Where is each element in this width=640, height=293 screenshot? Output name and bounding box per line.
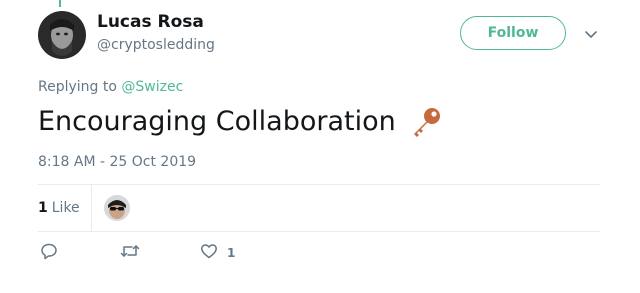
replying-to-line: Replying to @Swizec [38, 78, 183, 96]
replying-to-mention[interactable]: @Swizec [121, 79, 183, 95]
heart-icon [200, 242, 218, 264]
tweet-stats: 1 Like [38, 185, 94, 231]
retweet-icon [120, 242, 140, 264]
follow-button[interactable]: Follow [460, 16, 566, 50]
tweet-timestamp[interactable]: 8:18 AM - 25 Oct 2019 [38, 153, 196, 171]
likes-count-number: 1 [38, 200, 48, 216]
likes-count-link[interactable]: 1 Like [38, 200, 94, 216]
key-icon [408, 104, 444, 140]
tweet-text: Encouraging Collaboration [38, 103, 444, 141]
author-name[interactable]: Lucas Rosa [97, 11, 204, 33]
tweet-text-content: Encouraging Collaboration [38, 106, 396, 137]
replying-to-label: Replying to [38, 79, 117, 95]
author-handle[interactable]: @cryptosledding [97, 36, 215, 54]
liker-avatar[interactable] [104, 195, 130, 221]
divider-top [38, 184, 600, 185]
chevron-down-icon[interactable] [583, 26, 599, 42]
stats-separator [91, 185, 92, 231]
divider-bottom [38, 231, 600, 232]
thread-connector-line [59, 0, 61, 7]
like-count: 1 [227, 246, 236, 260]
author-avatar[interactable] [38, 11, 86, 59]
likes-count-label: Like [51, 200, 80, 216]
tweet-card: Lucas Rosa @cryptosledding Follow Replyi… [0, 0, 640, 293]
retweet-button[interactable] [120, 243, 140, 263]
reply-icon [40, 242, 58, 264]
like-button[interactable]: 1 [200, 243, 235, 263]
reply-button[interactable] [40, 243, 58, 263]
